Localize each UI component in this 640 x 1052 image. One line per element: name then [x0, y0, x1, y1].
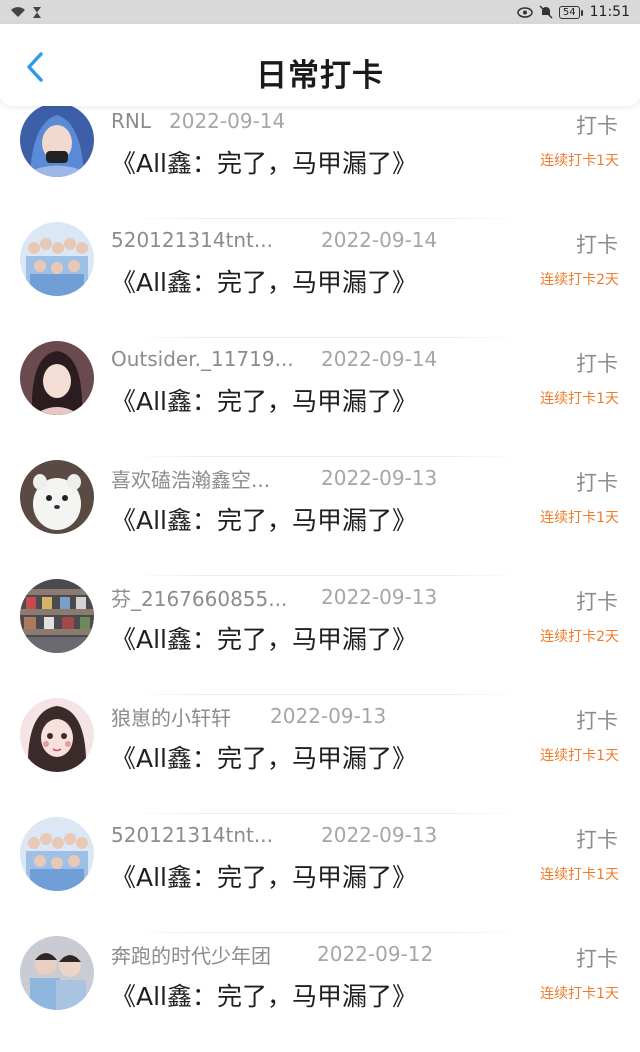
avatar[interactable]: [20, 222, 94, 296]
username[interactable]: 520121314tnt...: [111, 823, 321, 847]
date: 2022-09-13: [321, 585, 438, 609]
streak-badge: 连续打卡1天: [540, 986, 619, 1002]
checkin-label: 打卡: [576, 709, 618, 733]
username[interactable]: 芬_2167660855...: [111, 583, 321, 612]
list-item[interactable]: 520121314tnt... 2022-09-13 《All鑫：完了，马甲漏了…: [0, 814, 640, 933]
date: 2022-09-12: [317, 942, 434, 966]
item-meta: 芬_2167660855... 2022-09-13: [111, 583, 438, 612]
status-time: 11:51: [589, 4, 630, 20]
list-item[interactable]: 喜欢磕浩瀚鑫空... 2022-09-13 《All鑫：完了，马甲漏了》 打卡 …: [0, 457, 640, 576]
item-meta: 狼崽的小轩轩 2022-09-13: [111, 702, 387, 731]
work-title[interactable]: 《All鑫：完了，马甲漏了》: [111, 501, 417, 537]
streak-badge: 连续打卡1天: [540, 510, 619, 526]
streak-badge: 连续打卡1天: [540, 391, 619, 407]
avatar[interactable]: [20, 341, 94, 415]
checkin-label: 打卡: [576, 828, 618, 852]
checkin-label: 打卡: [576, 471, 618, 495]
date: 2022-09-14: [169, 109, 286, 133]
item-meta: 520121314tnt... 2022-09-13: [111, 822, 437, 848]
work-title[interactable]: 《All鑫：完了，马甲漏了》: [111, 144, 417, 180]
item-meta: RNL 2022-09-14: [111, 108, 285, 134]
streak-badge: 连续打卡1天: [540, 748, 619, 764]
username[interactable]: RNL: [111, 109, 151, 133]
checkin-label: 打卡: [576, 947, 618, 971]
mute-bell-icon: [539, 5, 553, 19]
work-title[interactable]: 《All鑫：完了，马甲漏了》: [111, 858, 417, 894]
work-title[interactable]: 《All鑫：完了，马甲漏了》: [111, 977, 417, 1013]
date: 2022-09-13: [321, 823, 438, 847]
item-meta: 喜欢磕浩瀚鑫空... 2022-09-13: [111, 464, 438, 493]
eye-icon: [517, 6, 533, 18]
date: 2022-09-14: [321, 347, 438, 371]
wifi-icon: [10, 6, 26, 18]
avatar[interactable]: [20, 817, 94, 891]
username[interactable]: 奔跑的时代少年团: [111, 940, 317, 969]
list-item[interactable]: 奔跑的时代少年团 2022-09-12 《All鑫：完了，马甲漏了》 打卡 连续…: [0, 933, 640, 1052]
username[interactable]: 喜欢磕浩瀚鑫空...: [111, 464, 321, 493]
list-item[interactable]: Outsider._11719... 2022-09-14 《All鑫：完了，马…: [0, 338, 640, 457]
checkin-label: 打卡: [576, 352, 618, 376]
streak-badge: 连续打卡2天: [540, 629, 619, 645]
avatar[interactable]: [20, 103, 94, 177]
streak-badge: 连续打卡1天: [540, 153, 619, 169]
item-meta: Outsider._11719... 2022-09-14: [111, 346, 437, 372]
work-title[interactable]: 《All鑫：完了，马甲漏了》: [111, 739, 417, 775]
username[interactable]: 520121314tnt...: [111, 228, 321, 252]
checkin-label: 打卡: [576, 114, 618, 138]
status-left: [10, 6, 42, 19]
avatar[interactable]: [20, 579, 94, 653]
streak-badge: 连续打卡1天: [540, 867, 619, 883]
date: 2022-09-13: [270, 704, 387, 728]
avatar[interactable]: [20, 698, 94, 772]
work-title[interactable]: 《All鑫：完了，马甲漏了》: [111, 620, 417, 656]
work-title[interactable]: 《All鑫：完了，马甲漏了》: [111, 263, 417, 299]
page-title: 日常打卡: [256, 58, 384, 94]
avatar[interactable]: [20, 460, 94, 534]
avatar[interactable]: [20, 936, 94, 1010]
item-meta: 奔跑的时代少年团 2022-09-12: [111, 940, 434, 969]
list-item[interactable]: 芬_2167660855... 2022-09-13 《All鑫：完了，马甲漏了…: [0, 576, 640, 695]
date: 2022-09-14: [321, 228, 438, 252]
list-item[interactable]: 520121314tnt... 2022-09-14 《All鑫：完了，马甲漏了…: [0, 219, 640, 338]
status-bar: 54 11:51: [0, 0, 640, 24]
checkin-list: RNL 2022-09-14 《All鑫：完了，马甲漏了》 打卡 连续打卡1天 …: [0, 100, 640, 1052]
list-item[interactable]: RNL 2022-09-14 《All鑫：完了，马甲漏了》 打卡 连续打卡1天: [0, 100, 640, 219]
username[interactable]: 狼崽的小轩轩: [111, 702, 270, 731]
work-title[interactable]: 《All鑫：完了，马甲漏了》: [111, 382, 417, 418]
hourglass-icon: [32, 6, 42, 19]
item-meta: 520121314tnt... 2022-09-14: [111, 227, 437, 253]
list-item[interactable]: 狼崽的小轩轩 2022-09-13 《All鑫：完了，马甲漏了》 打卡 连续打卡…: [0, 695, 640, 814]
battery-icon: 54: [558, 5, 583, 19]
app-header: 日常打卡: [0, 24, 640, 106]
status-right: 54 11:51: [517, 4, 630, 20]
username[interactable]: Outsider._11719...: [111, 347, 321, 371]
date: 2022-09-13: [321, 466, 438, 490]
checkin-label: 打卡: [576, 590, 618, 614]
checkin-label: 打卡: [576, 233, 618, 257]
streak-badge: 连续打卡2天: [540, 272, 619, 288]
